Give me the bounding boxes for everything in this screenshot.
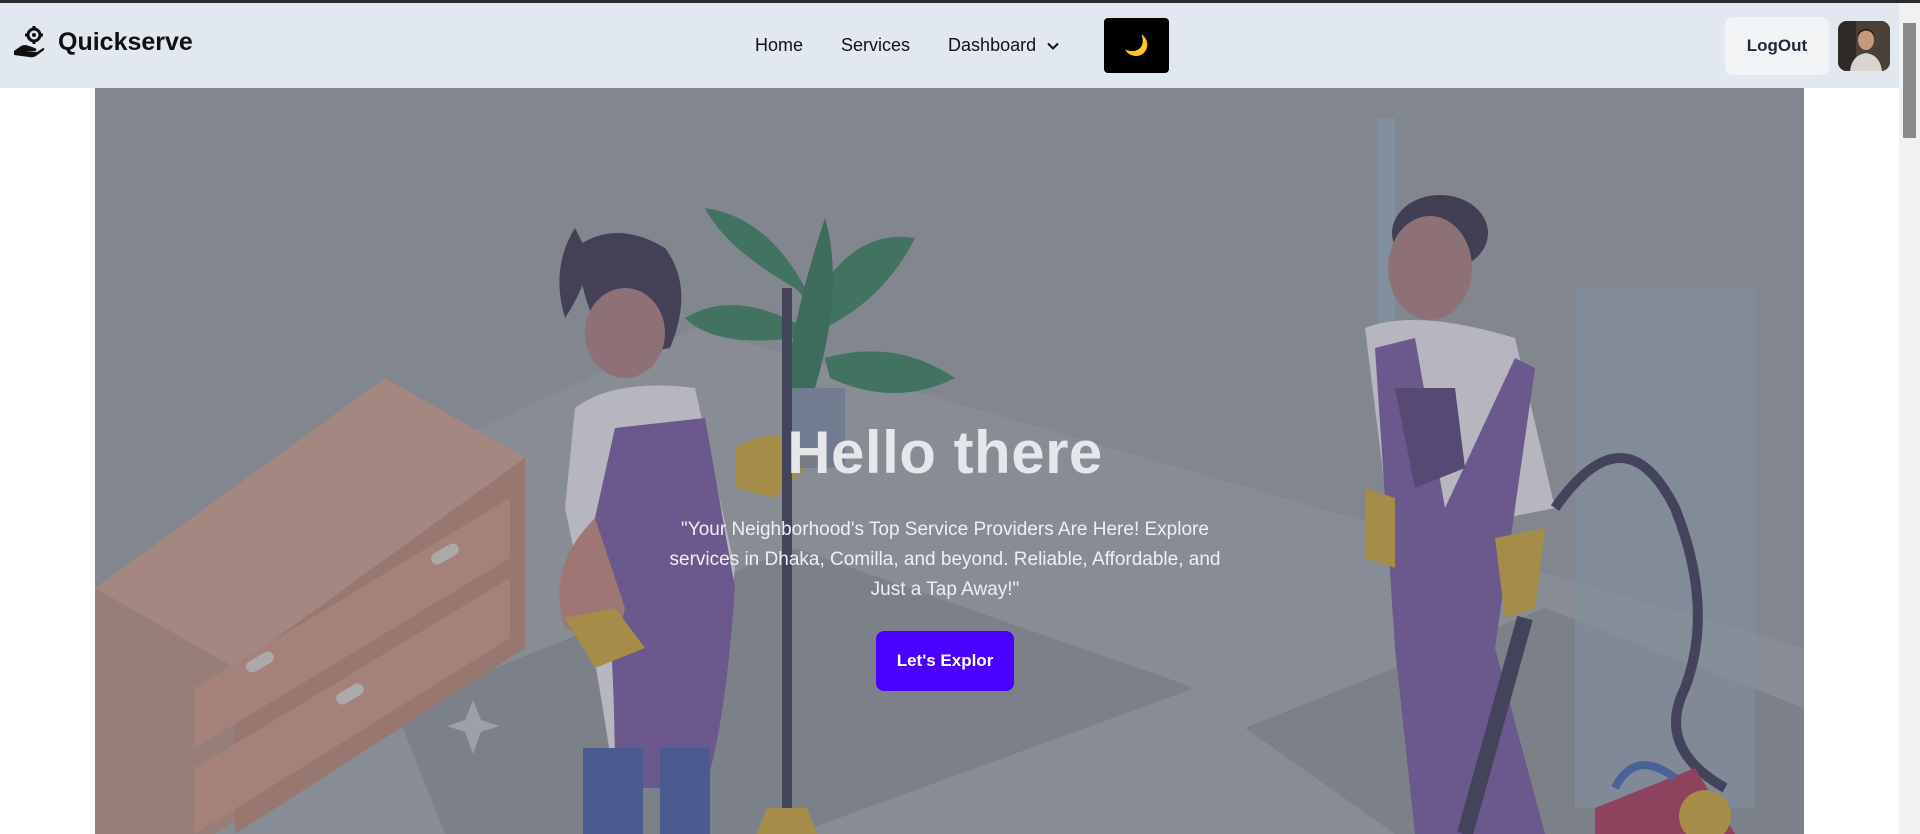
- hero-title: Hello there: [787, 419, 1103, 486]
- page-scrollbar[interactable]: [1899, 3, 1920, 834]
- chevron-down-icon: [1047, 42, 1059, 50]
- avatar-image: [1838, 21, 1890, 71]
- theme-toggle-button[interactable]: 🌙: [1104, 18, 1169, 73]
- nav-services-link[interactable]: Services: [841, 35, 910, 56]
- moon-icon: 🌙: [1124, 35, 1149, 57]
- nav-home-link[interactable]: Home: [755, 35, 803, 56]
- main-nav: Home Services Dashboard: [755, 3, 1060, 88]
- scrollbar-thumb[interactable]: [1903, 23, 1916, 138]
- hero-content: Hello there "Your Neighborhood's Top Ser…: [655, 418, 1235, 691]
- brand-name: Quickserve: [58, 27, 193, 56]
- nav-dashboard-dropdown[interactable]: Dashboard: [948, 35, 1060, 56]
- logout-button[interactable]: LogOut: [1725, 17, 1829, 75]
- hero-banner: Hello there "Your Neighborhood's Top Ser…: [95, 88, 1804, 834]
- hero-description: "Your Neighborhood's Top Service Provide…: [669, 519, 1221, 600]
- user-avatar[interactable]: [1838, 21, 1890, 71]
- navbar: Quickserve Home Services Dashboard 🌙 Log…: [0, 3, 1899, 88]
- explore-button[interactable]: Let's Explor: [875, 631, 1015, 691]
- hand-gear-icon: [14, 26, 45, 58]
- nav-dashboard-label: Dashboard: [948, 35, 1037, 55]
- brand[interactable]: Quickserve: [12, 25, 193, 59]
